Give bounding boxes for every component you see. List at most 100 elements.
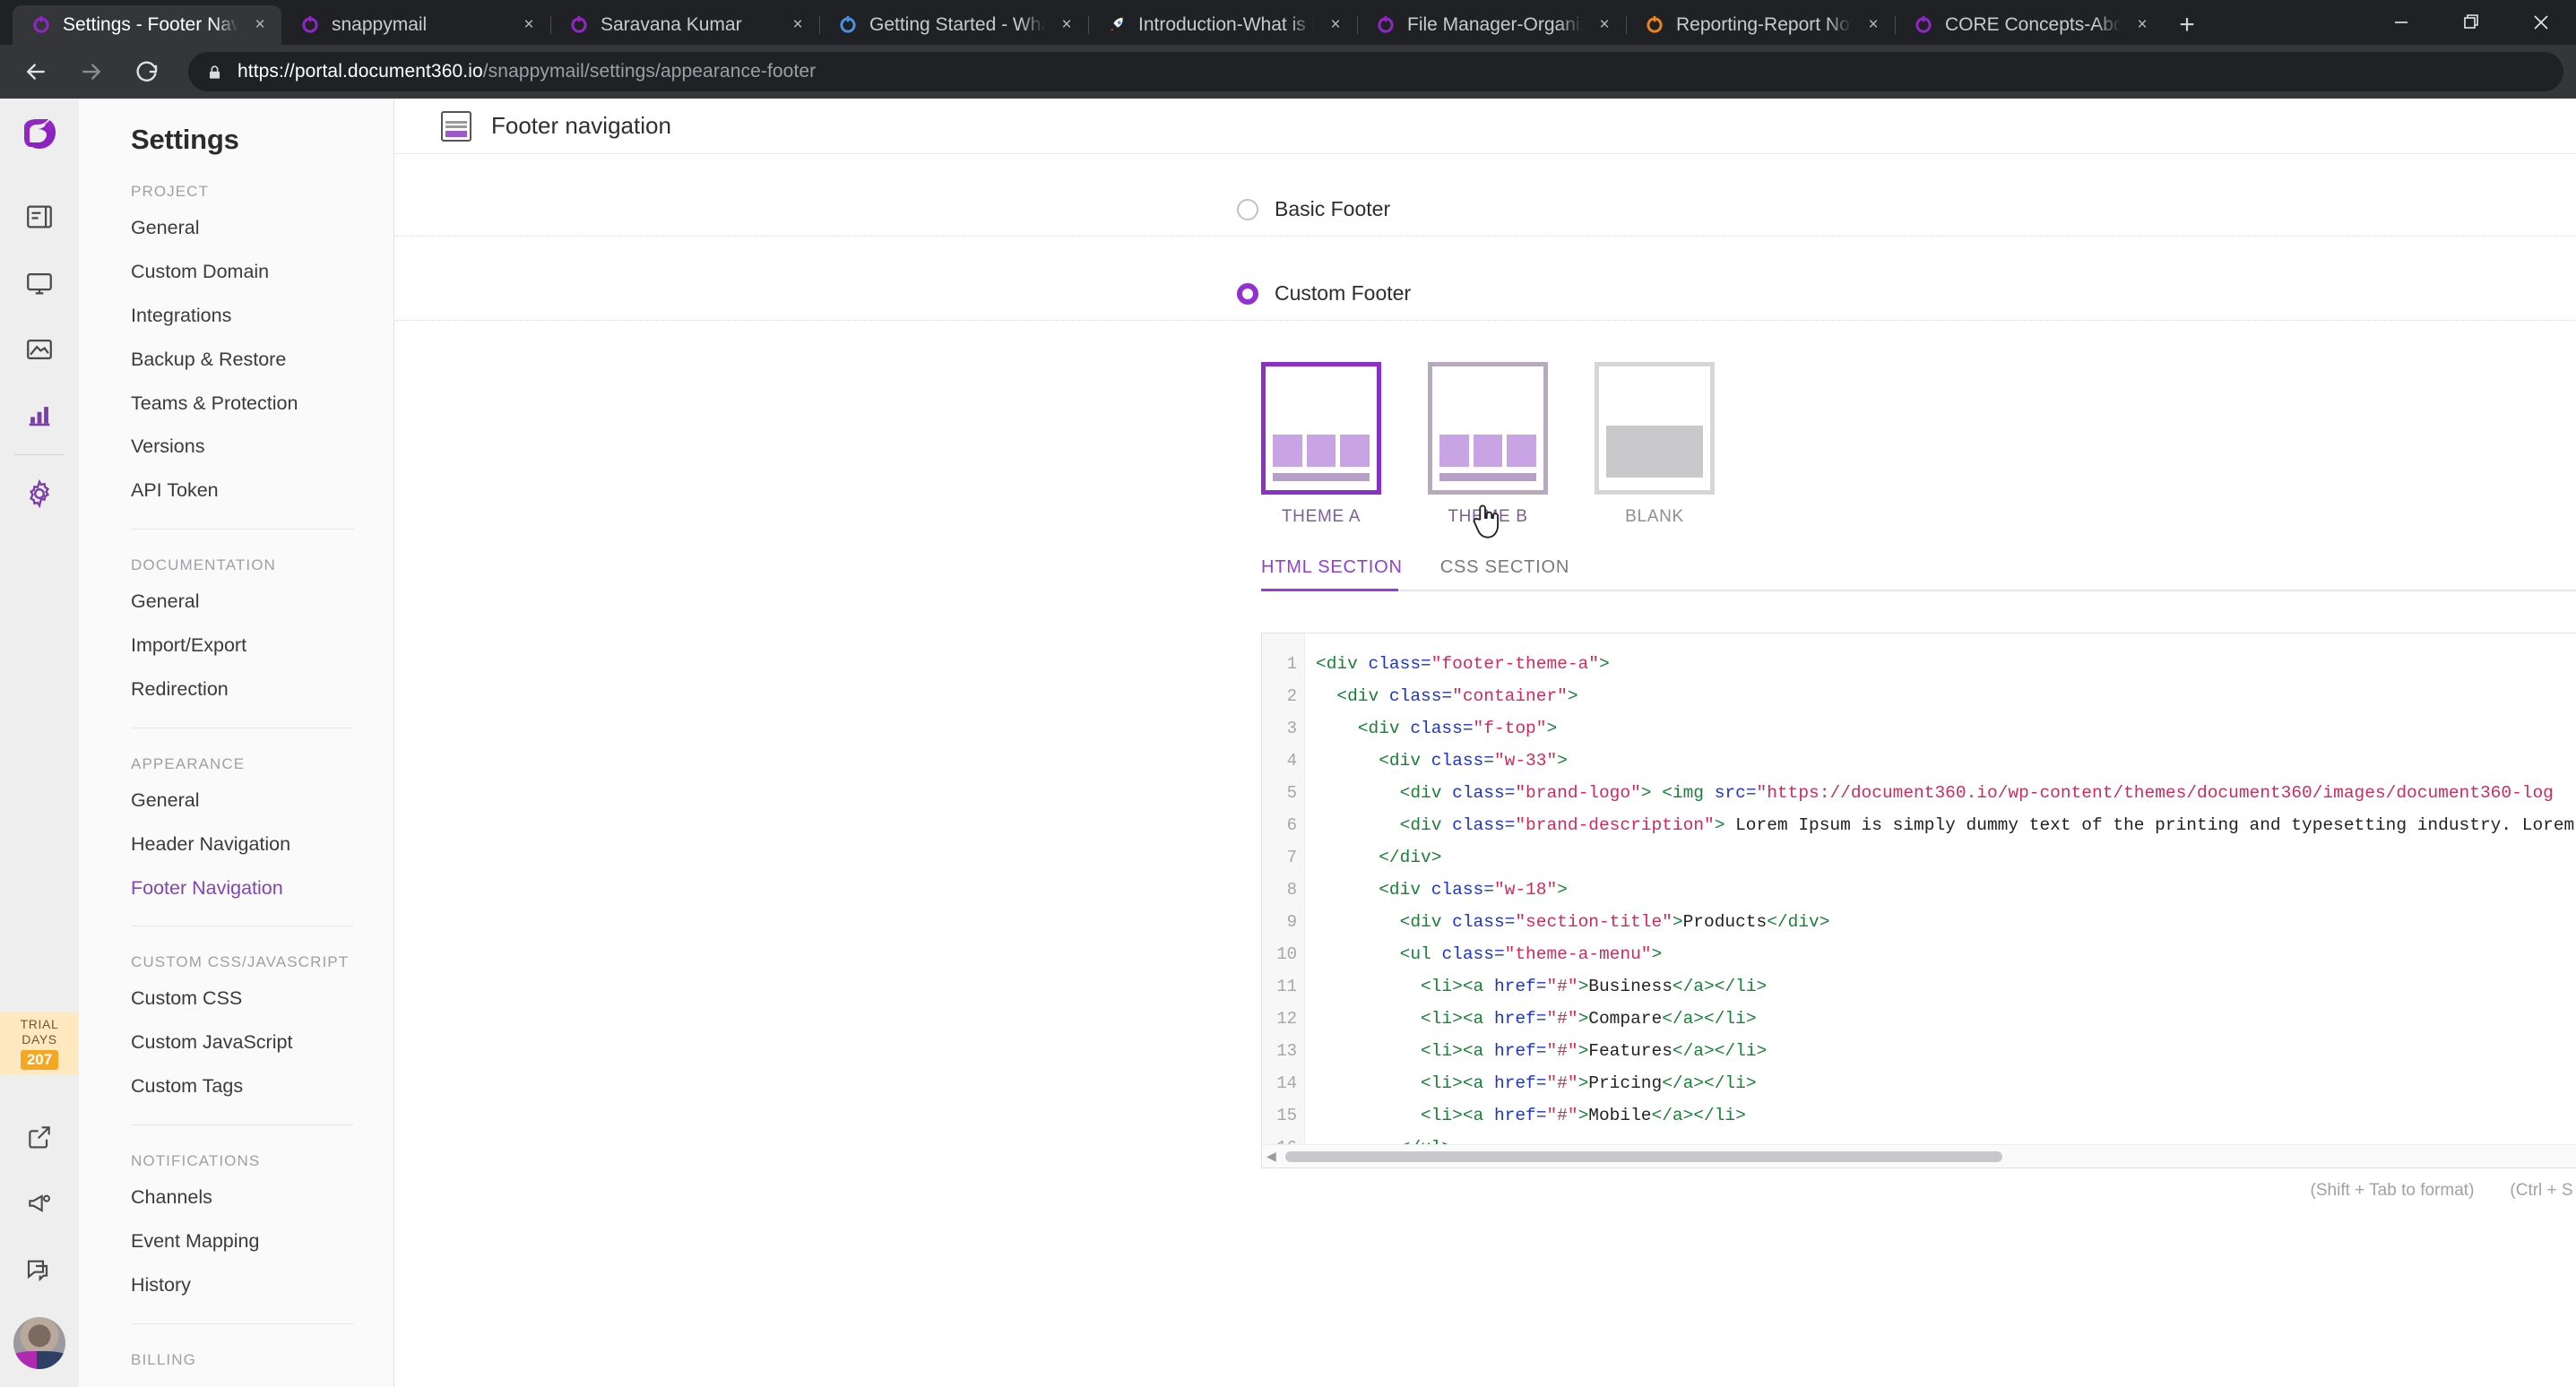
sidebar-item-teams-protection[interactable]: Teams & Protection xyxy=(79,382,393,426)
footer-type-custom[interactable]: Custom Footer xyxy=(394,237,2576,321)
rail-icon-settings-gear[interactable] xyxy=(0,461,79,527)
radio-custom-footer[interactable] xyxy=(1237,282,1258,305)
nav-group-label: CUSTOM CSS/JAVASCRIPT xyxy=(131,953,350,971)
theme-thumb-blank[interactable] xyxy=(1595,362,1715,495)
code-token: "https://document360.io/wp-content/theme… xyxy=(1756,783,2554,803)
maximize-button[interactable] xyxy=(2436,0,2506,45)
code-line: <li><a href="#">Features</a></li> xyxy=(1316,1035,2576,1067)
sidebar-item-import-export[interactable]: Import/Export xyxy=(79,624,393,668)
code-editor[interactable]: 12345678910111213141516 <div class="foot… xyxy=(1261,633,2576,1168)
code-horizontal-scrollbar[interactable]: ◀ ▶ xyxy=(1262,1144,2576,1167)
code-line: <div class="brand-description"> Lorem Ip… xyxy=(1316,809,2576,841)
browser-tab[interactable]: Settings - Footer Navigation × xyxy=(13,5,281,45)
sidebar-item-general[interactable]: General xyxy=(79,779,393,823)
sidebar-item-custom-css[interactable]: Custom CSS xyxy=(79,977,393,1021)
code-token: > xyxy=(1578,1009,1589,1029)
sidebar-item-versions[interactable]: Versions xyxy=(79,425,393,469)
sidebar-item-backup-restore[interactable]: Backup & Restore xyxy=(79,338,393,382)
radio-basic-footer[interactable] xyxy=(1237,198,1258,220)
sidebar-item-redirection[interactable]: Redirection xyxy=(79,668,393,711)
sidebar-item-general[interactable]: General xyxy=(79,580,393,624)
rail-icon-site-builder[interactable] xyxy=(0,250,79,316)
close-tab-icon[interactable]: × xyxy=(2131,14,2153,36)
close-tab-icon[interactable]: × xyxy=(787,14,808,36)
theme-card-blank[interactable]: BLANK xyxy=(1595,362,1715,527)
url-host: portal.document360.io xyxy=(294,61,483,82)
active-tab-underline xyxy=(1261,589,1398,591)
code-editor-section: HTML SECTION CSS SECTION Preview 1234567… xyxy=(1261,557,2576,1201)
sidebar-item-event-mapping[interactable]: Event Mapping xyxy=(79,1219,393,1263)
address-bar[interactable]: https://portal.document360.io/snappymail… xyxy=(188,52,2563,91)
browser-tab[interactable]: File Manager-Organizing yo × xyxy=(1357,5,1626,45)
tab-html-section[interactable]: HTML SECTION xyxy=(1261,557,1403,578)
minimize-button[interactable] xyxy=(2366,0,2436,45)
browser-tab[interactable]: CORE Concepts-About Doc × xyxy=(1895,5,2164,45)
theme-card-b[interactable]: THEME B xyxy=(1428,362,1548,527)
browser-tab[interactable]: Reporting-Report Notificat × xyxy=(1626,5,1895,45)
sidebar-item-upgrade-plan[interactable]: Upgrade Plan xyxy=(79,1374,393,1387)
editor-hints: (Shift + Tab to format) (Ctrl + S to sav… xyxy=(1261,1181,2576,1201)
close-tab-icon[interactable]: × xyxy=(1325,14,1346,36)
label-basic-footer: Basic Footer xyxy=(1275,197,1391,220)
code-token: src= xyxy=(1714,783,1757,803)
trial-days-badge: TRIAL DAYS 207 xyxy=(0,1012,79,1075)
sidebar-item-custom-domain[interactable]: Custom Domain xyxy=(79,250,393,294)
back-button[interactable] xyxy=(13,48,59,95)
new-tab-button[interactable]: + xyxy=(2164,5,2210,45)
sidebar-item-history[interactable]: History xyxy=(79,1263,393,1307)
close-tab-icon[interactable]: × xyxy=(249,14,271,36)
horizontal-scroll-thumb[interactable] xyxy=(1285,1151,2002,1162)
rail-icon-media-library[interactable] xyxy=(0,316,79,383)
sidebar-item-channels[interactable]: Channels xyxy=(79,1176,393,1219)
code-token: class= xyxy=(1452,912,1516,932)
browser-tab[interactable]: Introduction-What is Bi × xyxy=(1088,5,1357,45)
close-tab-icon[interactable]: × xyxy=(1056,14,1077,36)
code-token: <div xyxy=(1357,719,1411,738)
rail-icon-documentation[interactable] xyxy=(0,184,79,250)
browser-tab[interactable]: Saravana Kumar × xyxy=(550,5,819,45)
code-token: <div xyxy=(1379,751,1431,771)
user-avatar[interactable] xyxy=(13,1317,65,1369)
document360-icon xyxy=(299,14,321,36)
rail-icon-feedback[interactable] xyxy=(0,1236,79,1303)
line-number: 14 xyxy=(1276,1073,1297,1093)
rail-icon-open-external[interactable] xyxy=(0,1104,79,1170)
browser-tab-label: Reporting-Report Notificat xyxy=(1676,14,1852,35)
sidebar-item-header-navigation[interactable]: Header Navigation xyxy=(79,823,393,866)
rail-icon-announcement[interactable] xyxy=(0,1170,79,1236)
theme-thumb-a[interactable] xyxy=(1261,362,1381,495)
sidebar-item-general[interactable]: General xyxy=(79,206,393,250)
close-tab-icon[interactable]: × xyxy=(1863,14,1884,36)
code-token: class= xyxy=(1410,719,1474,738)
scroll-left-arrow[interactable]: ◀ xyxy=(1266,1149,1276,1164)
code-text-area[interactable]: <div class="footer-theme-a"> <div class=… xyxy=(1305,633,2576,1167)
code-token: </a></li> xyxy=(1672,977,1768,996)
tab-css-section[interactable]: CSS SECTION xyxy=(1440,557,1569,578)
close-tab-icon[interactable]: × xyxy=(518,14,540,36)
rail-icon-analytics[interactable] xyxy=(0,383,79,449)
code-token: "brand-description" xyxy=(1515,815,1715,835)
close-window-button[interactable] xyxy=(2506,0,2576,45)
theme-thumb-b[interactable] xyxy=(1428,362,1548,495)
sidebar-item-custom-javascript[interactable]: Custom JavaScript xyxy=(79,1021,393,1064)
reload-button[interactable] xyxy=(124,48,170,95)
code-token: href= xyxy=(1493,1041,1547,1061)
browser-tab[interactable]: Getting Started - What is Sn × xyxy=(819,5,1088,45)
footer-type-basic[interactable]: Basic Footer xyxy=(394,197,2576,237)
code-token: > xyxy=(1672,912,1683,932)
sidebar-item-footer-navigation[interactable]: Footer Navigation xyxy=(79,866,393,910)
code-line: <div class="w-18"> xyxy=(1316,874,2576,906)
forward-button[interactable] xyxy=(68,48,115,95)
browser-tab[interactable]: snappymail × xyxy=(281,5,550,45)
theme-card-a[interactable]: THEME A xyxy=(1261,362,1381,527)
sidebar-item-custom-tags[interactable]: Custom Tags xyxy=(79,1064,393,1108)
code-token: "brand-logo" xyxy=(1515,783,1641,803)
document360-logo-icon[interactable] xyxy=(19,115,60,160)
sidebar-item-integrations[interactable]: Integrations xyxy=(79,294,393,338)
line-number-gutter: 12345678910111213141516 xyxy=(1262,633,1305,1167)
close-tab-icon[interactable]: × xyxy=(1594,14,1615,36)
sidebar-item-api-token[interactable]: API Token xyxy=(79,469,393,513)
